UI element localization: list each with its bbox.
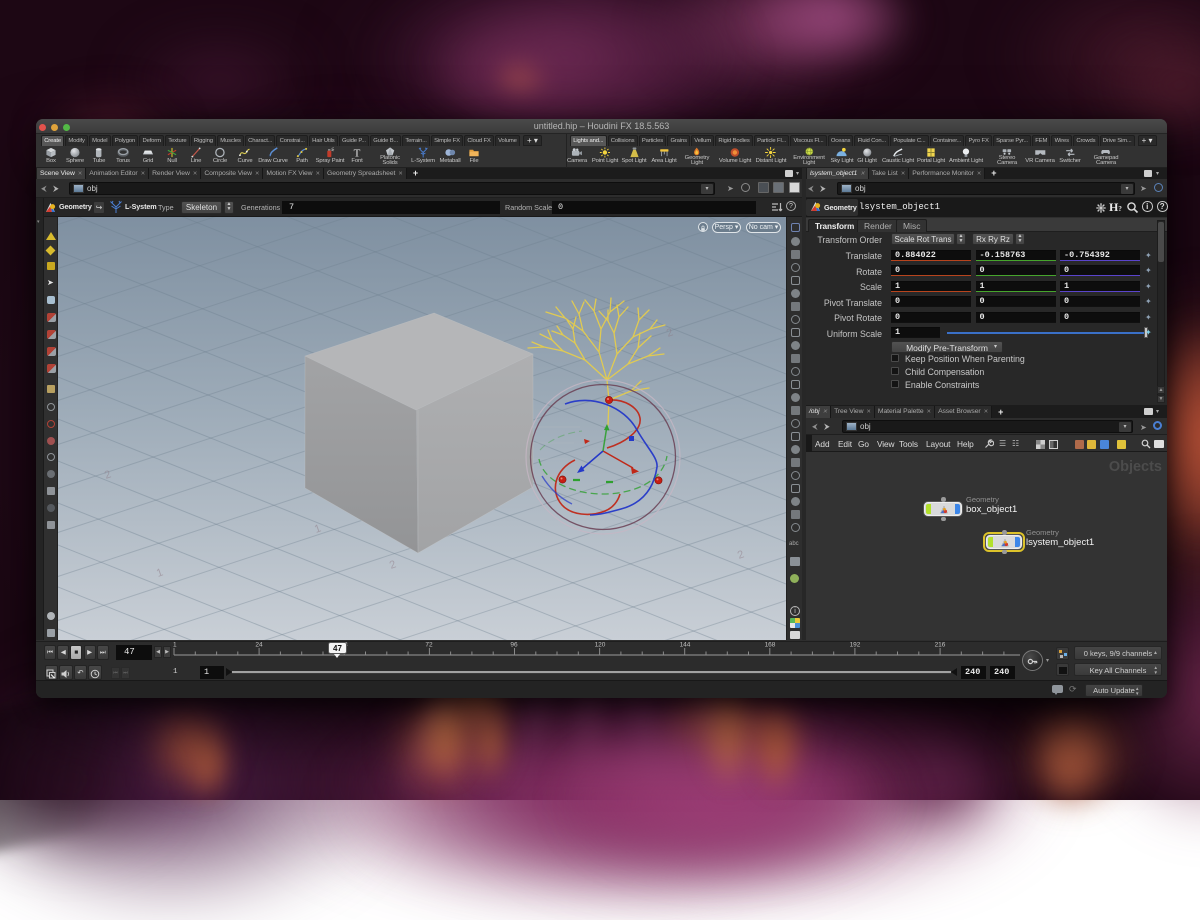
svg-text:1: 1: [173, 641, 177, 648]
svg-text:24: 24: [255, 641, 263, 648]
svg-text:120: 120: [595, 641, 606, 648]
svg-text:168: 168: [765, 641, 776, 648]
svg-text:96: 96: [510, 641, 518, 648]
svg-text:144: 144: [680, 641, 691, 648]
svg-text:216: 216: [935, 641, 946, 648]
svg-text:192: 192: [850, 641, 861, 648]
svg-text:72: 72: [425, 641, 433, 648]
